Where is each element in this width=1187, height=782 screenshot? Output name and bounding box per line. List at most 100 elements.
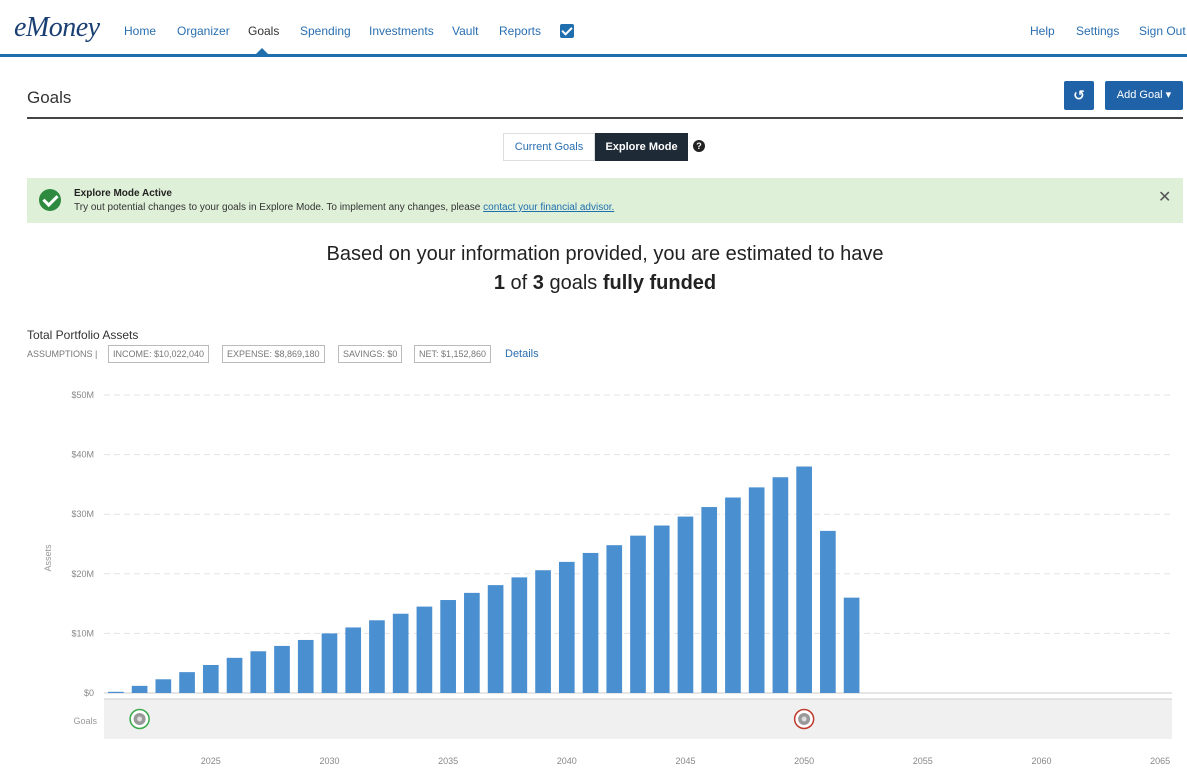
goals-row-label: Goals <box>73 716 97 726</box>
bar[interactable] <box>843 597 860 693</box>
close-icon[interactable]: ✕ <box>1158 187 1171 207</box>
goals-row <box>104 699 1172 739</box>
nav-reports[interactable]: Reports <box>499 24 541 38</box>
add-goal-button[interactable]: Add Goal ▾ <box>1105 81 1183 110</box>
top-nav: eMoney Home Organizer Goals Spending Inv… <box>0 0 1187 57</box>
bar[interactable] <box>606 545 623 693</box>
x-tick-label: 2060 <box>1031 756 1051 766</box>
nav-help[interactable]: Help <box>1030 24 1055 38</box>
y-tick-label: $0 <box>84 688 94 698</box>
page-title: Goals <box>27 88 72 107</box>
bar[interactable] <box>226 657 243 693</box>
bar[interactable] <box>558 561 575 693</box>
x-tick-label: 2045 <box>675 756 695 766</box>
bar[interactable] <box>274 645 290 693</box>
bar[interactable] <box>796 466 812 693</box>
refresh-button[interactable]: ↺ <box>1064 81 1094 110</box>
total-count: 3 <box>532 272 544 294</box>
expense-badge: EXPENSE: $8,869,180 <box>222 345 325 363</box>
nav-settings[interactable]: Settings <box>1076 24 1119 38</box>
bar[interactable] <box>392 613 409 693</box>
bar[interactable] <box>202 664 219 693</box>
bar[interactable] <box>131 685 148 693</box>
nav-sign-out[interactable]: Sign Out <box>1139 24 1186 38</box>
explore-mode-alert: Explore Mode Active Try out potential ch… <box>27 178 1183 223</box>
emoney-logo[interactable]: eMoney <box>14 12 100 44</box>
bar[interactable] <box>511 577 528 693</box>
goals-word: goals <box>543 272 603 294</box>
bar[interactable] <box>820 530 836 693</box>
bar[interactable] <box>369 620 385 693</box>
bar[interactable] <box>345 627 362 693</box>
bar[interactable] <box>321 633 338 693</box>
alert-text: Try out potential changes to your goals … <box>74 202 484 213</box>
y-axis-label: Assets <box>43 544 53 572</box>
bar[interactable] <box>535 570 551 693</box>
nav-organizer[interactable]: Organizer <box>177 24 230 38</box>
x-tick-label: 2050 <box>794 756 814 766</box>
x-axis: 2025 2030 2035 2040 2045 2050 2055 2060 2065 <box>201 756 1170 766</box>
y-tick-label: $40M <box>71 450 94 460</box>
bar[interactable] <box>487 585 504 693</box>
check-circle-icon <box>39 189 61 211</box>
assumptions-label: ASSUMPTIONS | <box>27 349 98 359</box>
logo-text: eMoney <box>14 12 100 43</box>
bar[interactable] <box>155 679 172 693</box>
x-tick-label: 2035 <box>438 756 458 766</box>
nav-home[interactable]: Home <box>124 24 156 38</box>
funded-status: fully funded <box>602 272 717 294</box>
bar[interactable] <box>630 535 646 693</box>
refresh-icon: ↺ <box>1073 87 1085 103</box>
y-axis: $0 $10M $20M $30M $40M $50M <box>71 390 94 698</box>
goal-marker-center <box>801 716 807 722</box>
bar[interactable] <box>250 651 267 693</box>
bar[interactable] <box>677 516 694 693</box>
bar[interactable] <box>725 497 741 693</box>
tab-explore-mode[interactable]: Explore Mode <box>595 133 688 161</box>
x-tick-label: 2030 <box>319 756 339 766</box>
bar[interactable] <box>416 606 433 693</box>
y-tick-label: $30M <box>71 509 94 519</box>
nav-goals[interactable]: Goals <box>248 24 279 38</box>
nav-vault[interactable]: Vault <box>452 24 478 38</box>
bar[interactable] <box>701 507 718 693</box>
bar[interactable] <box>108 691 124 693</box>
x-tick-label: 2065 <box>1150 756 1170 766</box>
y-tick-label: $50M <box>71 390 94 400</box>
y-tick-label: $10M <box>71 628 94 638</box>
of-text: of <box>504 272 533 294</box>
bar[interactable] <box>440 600 456 693</box>
title-divider <box>27 117 1183 119</box>
goal-marker-center <box>137 716 143 722</box>
help-icon[interactable]: ? <box>693 140 705 152</box>
nav-investments[interactable]: Investments <box>369 24 434 38</box>
nav-spending[interactable]: Spending <box>300 24 351 38</box>
bar[interactable] <box>772 477 789 693</box>
alert-message: Try out potential changes to your goals … <box>74 202 614 213</box>
alert-title: Explore Mode Active <box>74 188 172 199</box>
bar[interactable] <box>179 672 195 693</box>
funded-summary: 1 of 3 goals fully funded <box>0 272 1187 295</box>
x-tick-label: 2055 <box>913 756 933 766</box>
tab-current-goals[interactable]: Current Goals <box>503 133 595 161</box>
savings-badge: SAVINGS: $0 <box>338 345 403 363</box>
bar[interactable] <box>582 552 599 693</box>
active-nav-caret-icon <box>255 48 269 55</box>
x-tick-label: 2025 <box>201 756 221 766</box>
bar[interactable] <box>653 525 670 693</box>
x-tick-label: 2040 <box>557 756 577 766</box>
details-link[interactable]: Details <box>505 348 539 360</box>
bar[interactable] <box>297 639 314 693</box>
funded-count: 1 <box>493 272 505 294</box>
net-badge: NET: $1,152,860 <box>414 345 492 363</box>
portfolio-title: Total Portfolio Assets <box>27 328 139 342</box>
bar-series <box>108 466 860 693</box>
bar[interactable] <box>464 592 480 693</box>
income-badge: INCOME: $10,022,040 <box>108 345 210 363</box>
bar[interactable] <box>748 487 765 693</box>
portfolio-chart: $0 $10M $20M $30M $40M $50M Assets Goals 2025… <box>43 390 1172 766</box>
checklist-icon[interactable] <box>560 24 574 38</box>
contact-advisor-link[interactable]: contact your financial advisor. <box>483 202 614 213</box>
y-tick-label: $20M <box>71 569 94 579</box>
summary-line: Based on your information provided, you … <box>326 243 884 265</box>
